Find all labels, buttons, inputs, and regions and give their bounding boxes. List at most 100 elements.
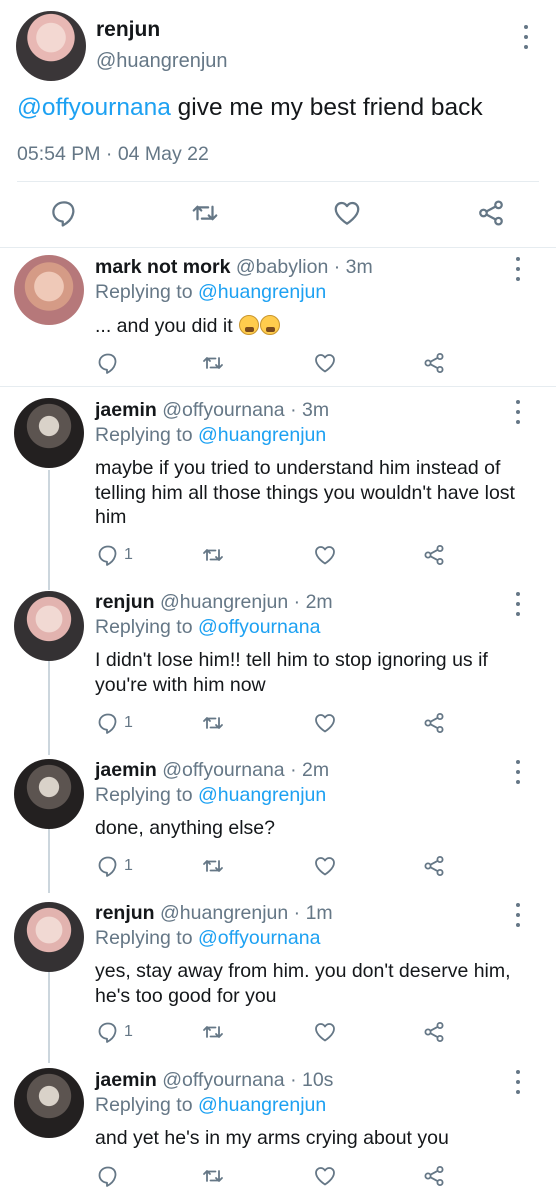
retweet-icon[interactable] [201,350,225,376]
display-name[interactable]: jaemin [95,759,157,781]
more-vertical-icon[interactable] [511,257,525,281]
time-ago: · 1m [293,902,333,924]
replying-to: Replying to @huangrenjun [95,424,326,447]
tweet-text: I didn't lose him!! tell him to stop ign… [95,649,488,696]
handle[interactable]: @offyournana [162,759,284,781]
reply-count: 1 [124,546,133,563]
avatar[interactable] [14,759,84,829]
share-icon[interactable] [422,710,446,736]
share-icon[interactable] [422,542,446,568]
heart-icon[interactable] [332,198,362,228]
display-name[interactable]: jaemin [95,1069,157,1091]
more-vertical-icon[interactable] [519,25,533,49]
reply-count: 1 [124,857,133,874]
time-ago: · 3m [333,256,373,278]
replying-to: Replying to @huangrenjun [95,281,326,304]
avatar[interactable] [14,398,84,468]
mention-link[interactable]: @offyournana [17,94,171,121]
retweet-icon[interactable] [201,710,225,736]
retweet-icon[interactable] [201,1019,225,1045]
heart-icon[interactable] [313,350,337,376]
reply-header: mark not mork @babylion · 3m [95,256,373,279]
handle[interactable]: @huangrenjun [96,50,228,73]
avatar[interactable] [14,255,84,325]
tweet-body: ... and you did it [95,315,233,337]
reply-header: renjun @huangrenjun · 2m [95,591,333,614]
comment-icon[interactable]: 1 [96,542,133,568]
more-vertical-icon[interactable] [511,1070,525,1094]
heart-icon[interactable] [313,853,337,879]
avatar[interactable] [14,902,84,972]
tweet-text: @offyournana give me my best friend back [17,94,483,122]
comment-icon[interactable] [49,198,79,228]
retweet-icon[interactable] [201,1163,225,1189]
reply-header: jaemin @offyournana · 3m [95,399,329,422]
replying-to: Replying to @huangrenjun [95,1094,326,1117]
heart-icon[interactable] [313,542,337,568]
reply-tweet[interactable]: mark not mork @babylion · 3m Replying to… [0,248,556,387]
comment-icon[interactable]: 1 [96,1019,133,1045]
tweet-text: done, anything else? [95,817,275,839]
handle[interactable]: @offyournana [162,399,284,421]
avatar[interactable] [14,1068,84,1138]
share-icon[interactable] [422,853,446,879]
comment-icon[interactable] [96,1163,124,1189]
display-name[interactable]: mark not mork [95,256,230,278]
time-ago: · 3m [290,399,330,421]
mention-link[interactable]: @huangrenjun [198,424,326,446]
heart-icon[interactable] [313,710,337,736]
more-vertical-icon[interactable] [511,760,525,784]
tweet-body: give me my best friend back [170,94,483,121]
replying-label: Replying to [95,281,198,303]
share-icon[interactable] [422,1019,446,1045]
share-icon[interactable] [476,198,506,228]
retweet-icon[interactable] [190,198,220,228]
display-name[interactable]: renjun [95,591,155,613]
reply-tweet[interactable]: jaemin @offyournana · 3m Replying to @hu… [0,387,556,578]
reply-tweet[interactable]: renjun @huangrenjun · 2m Replying to @of… [0,578,556,746]
more-vertical-icon[interactable] [511,592,525,616]
comment-icon[interactable]: 1 [96,710,133,736]
reply-count: 1 [124,1023,133,1040]
meta-separator: · [100,143,118,165]
handle[interactable]: @huangrenjun [160,902,288,924]
more-vertical-icon[interactable] [511,903,525,927]
avatar[interactable] [16,11,86,81]
handle[interactable]: @offyournana [162,1069,284,1091]
more-vertical-icon[interactable] [511,400,525,424]
comment-icon[interactable] [96,350,124,376]
tweet-text: ... and you did it [95,314,535,339]
share-icon[interactable] [422,1163,446,1189]
heart-icon[interactable] [313,1163,337,1189]
display-name[interactable]: jaemin [95,399,157,421]
handle[interactable]: @babylion [236,256,328,278]
tweet-text: and yet he's in my arms crying about you [95,1127,449,1149]
heart-icon[interactable] [313,1019,337,1045]
reply-tweet[interactable]: jaemin @offyournana · 2m Replying to @hu… [0,746,556,889]
retweet-icon[interactable] [201,853,225,879]
comment-icon[interactable]: 1 [96,853,133,879]
display-name[interactable]: renjun [95,902,155,924]
reply-header: jaemin @offyournana · 2m [95,759,329,782]
reply-tweet[interactable]: renjun @huangrenjun · 1m Replying to @of… [0,889,556,1057]
replying-label: Replying to [95,784,198,806]
mention-link[interactable]: @huangrenjun [198,281,326,303]
reply-count: 1 [124,714,133,731]
share-icon[interactable] [422,350,446,376]
mention-link[interactable]: @huangrenjun [198,784,326,806]
display-name[interactable]: renjun [96,18,160,42]
handle[interactable]: @huangrenjun [160,591,288,613]
mention-link[interactable]: @offyournana [198,927,320,949]
mention-link[interactable]: @offyournana [198,616,320,638]
avatar[interactable] [14,591,84,661]
reply-tweet[interactable]: jaemin @offyournana · 10s Replying to @h… [0,1057,556,1200]
timestamp[interactable]: 05:54 PM · 04 May 22 [17,143,209,166]
retweet-icon[interactable] [201,542,225,568]
time-ago: · 2m [293,591,333,613]
divider [17,181,539,182]
weary-face-icon [239,315,260,335]
weary-face-icon [260,315,281,335]
mention-link[interactable]: @huangrenjun [198,1094,326,1116]
replying-label: Replying to [95,616,198,638]
tweet-time: 05:54 PM [17,143,101,165]
